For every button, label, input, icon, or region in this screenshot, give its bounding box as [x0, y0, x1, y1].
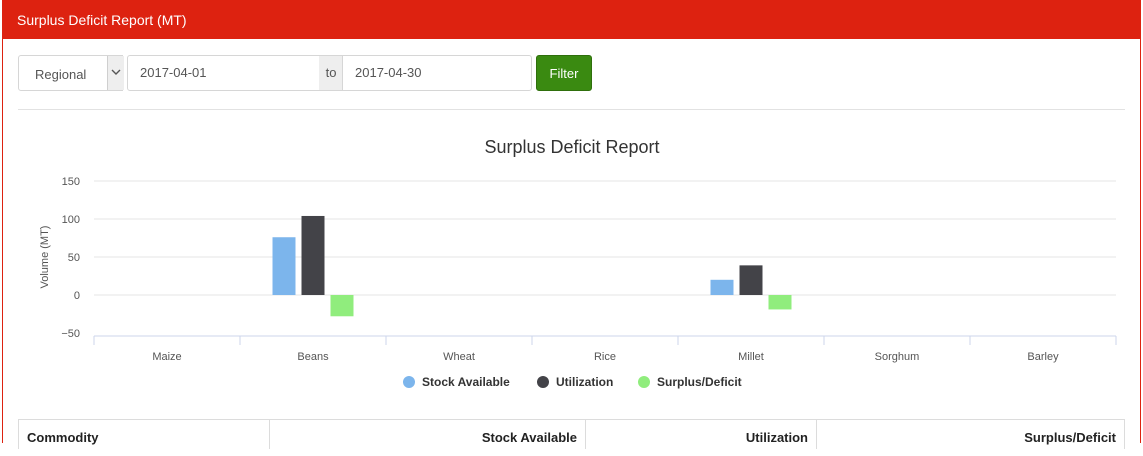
date-range-separator: to: [319, 55, 343, 91]
data-table-header: Commodity Stock Available Utilization Su…: [18, 419, 1125, 449]
x-tick-label: Sorghum: [875, 351, 920, 363]
legend-marker: [638, 376, 650, 388]
chevron-down-icon[interactable]: [107, 56, 124, 90]
legend-label: Stock Available: [422, 375, 510, 389]
bar-chart: Surplus Deficit Report Volume (MT) −50 0 50 1…: [39, 137, 1117, 389]
chart-container: Surplus Deficit Report Volume (MT) −50 0 50 1…: [3, 111, 1142, 411]
panel-title: Surplus Deficit Report (MT): [3, 1, 1140, 39]
x-tick-label: Wheat: [443, 351, 475, 363]
bar-stock-available-beans: [272, 237, 296, 295]
column-header-commodity[interactable]: Commodity: [19, 420, 270, 449]
x-tick-label: Millet: [738, 351, 764, 363]
column-header-utilization[interactable]: Utilization: [586, 420, 817, 449]
y-tick-label: −50: [61, 328, 80, 340]
filter-button[interactable]: Filter: [536, 55, 592, 91]
chart-title: Surplus Deficit Report: [484, 137, 659, 157]
y-tick-label: 50: [68, 252, 80, 264]
legend-label: Utilization: [556, 375, 613, 389]
level-select-value: Regional: [35, 67, 87, 82]
x-tick-label: Barley: [1027, 351, 1059, 363]
x-tick-label: Beans: [297, 351, 329, 363]
bar-surplus-deficit-beans: [330, 295, 354, 317]
y-axis-label: Volume (MT): [39, 226, 51, 289]
divider: [18, 109, 1125, 110]
column-header-stock-available[interactable]: Stock Available: [270, 420, 586, 449]
y-tick-label: 100: [62, 214, 80, 226]
report-panel: Surplus Deficit Report (MT) Regional 201…: [2, 0, 1142, 449]
x-tick-label: Maize: [152, 351, 181, 363]
x-tick-label: Rice: [594, 351, 616, 363]
bar-stock-available-millet: [710, 279, 734, 295]
column-header-surplus-deficit[interactable]: Surplus/Deficit: [817, 420, 1124, 449]
y-tick-label: 150: [62, 176, 80, 188]
legend-marker: [403, 376, 415, 388]
bar-utilization-beans: [301, 215, 325, 295]
date-to-input[interactable]: 2017-04-30: [342, 55, 532, 91]
date-from-input[interactable]: 2017-04-01: [127, 55, 320, 91]
level-select[interactable]: Regional: [18, 55, 124, 91]
y-tick-label: 0: [74, 290, 80, 302]
bar-utilization-millet: [739, 265, 763, 295]
legend-marker: [537, 376, 549, 388]
legend-label: Surplus/Deficit: [657, 375, 742, 389]
bar-surplus-deficit-millet: [768, 295, 792, 310]
